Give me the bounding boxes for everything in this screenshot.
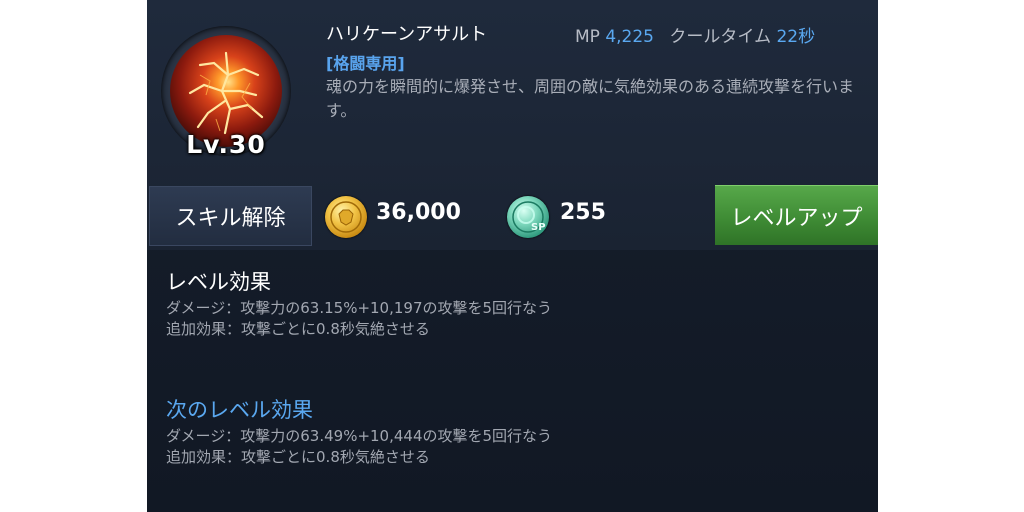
gold-coin-icon xyxy=(325,196,367,238)
skill-detail-panel: Lv.30 ハリケーンアサルト MP 4,225 クールタイム 22秒 [格闘専… xyxy=(147,0,878,512)
cooldown-value: 22秒 xyxy=(776,27,816,47)
release-skill-button[interactable]: スキル解除 xyxy=(149,186,312,246)
skill-name: ハリケーンアサルト xyxy=(326,24,488,45)
next-level-effect-title: 次のレベル効果 xyxy=(166,398,313,422)
mp-label: MP xyxy=(575,27,600,47)
skill-stats: MP 4,225 クールタイム 22秒 xyxy=(575,22,815,47)
svg-text:SP: SP xyxy=(531,222,546,233)
current-level-effect-title: レベル効果 xyxy=(166,270,271,294)
cooldown-label: クールタイム xyxy=(669,27,772,47)
sp-coin-icon: SP xyxy=(507,196,549,238)
gold-cost: 36,000 xyxy=(376,200,461,225)
sp-cost: 255 xyxy=(560,200,606,225)
next-effect-additional: 追加効果：攻撃ごとに0.8秒気絶させる xyxy=(166,448,430,466)
skill-description: 魂の力を瞬間的に爆発させ、周囲の敵に気絶効果のある連続攻撃を行います。 xyxy=(326,77,855,120)
level-up-button[interactable]: レベルアップ xyxy=(715,185,878,245)
current-effect-damage: ダメージ：攻撃力の63.15%+10,197の攻撃を5回行なう xyxy=(166,299,553,317)
mp-value: 4,225 xyxy=(605,27,654,47)
skill-level-label: Lv.30 xyxy=(186,130,266,159)
current-effect-additional: 追加効果：攻撃ごとに0.8秒気絶させる xyxy=(166,320,430,338)
skill-icon-frame[interactable]: Lv.30 xyxy=(161,26,291,159)
next-effect-damage: ダメージ：攻撃力の63.49%+10,444の攻撃を5回行なう xyxy=(166,427,553,445)
skill-weapon-tag: [格闘専用] xyxy=(326,54,405,73)
action-bar: スキル解除 36,000 SP 255 レベルアップ xyxy=(147,185,878,247)
